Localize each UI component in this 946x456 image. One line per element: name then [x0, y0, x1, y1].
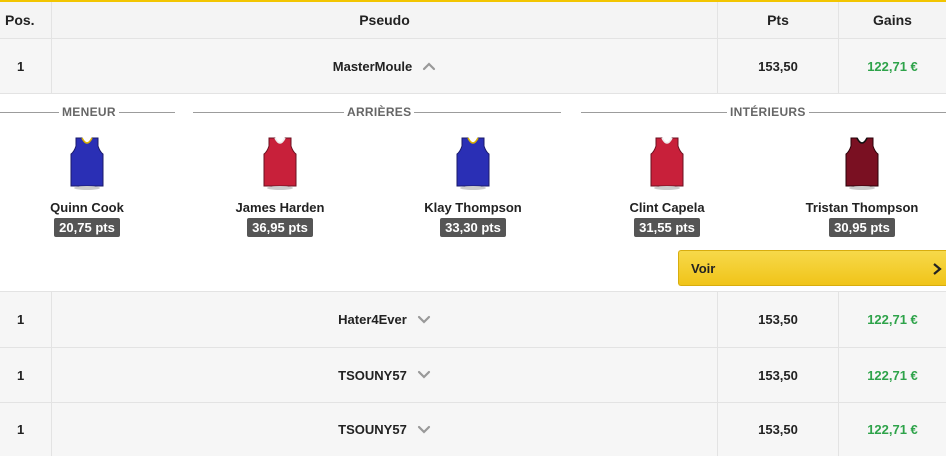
row-pseudo-label: MasterMoule [332, 58, 413, 74]
row-pseudo[interactable]: TSOUNY57 [52, 348, 718, 402]
player-points: 33,30 pts [440, 218, 506, 237]
row-pts: 153,50 [718, 403, 839, 456]
section-label: ARRIÈRES [344, 105, 415, 119]
player-card[interactable]: James Harden 36,95 pts [210, 136, 350, 237]
header-pts: Pts [718, 2, 839, 38]
jersey-icon [70, 137, 104, 190]
table-row[interactable]: 1 TSOUNY57 153,50 122,71 € [0, 403, 946, 456]
section-meneur: MENEUR [0, 105, 175, 119]
player-name: Clint Capela [629, 200, 705, 215]
row-pseudo-label: TSOUNY57 [338, 367, 407, 383]
row-pseudo[interactable]: MasterMoule [52, 39, 718, 93]
header-pos: Pos. [0, 2, 52, 38]
row-pseudo[interactable]: Hater4Ever [52, 292, 718, 347]
player-points: 20,75 pts [54, 218, 120, 237]
jersey-icon [845, 137, 879, 190]
section-label: MENEUR [59, 105, 119, 119]
row-gains: 122,71 € [867, 58, 918, 74]
row-gains: 122,71 € [867, 422, 918, 437]
chevron-right-icon [933, 263, 942, 275]
player-card[interactable]: Clint Capela 31,55 pts [597, 136, 737, 237]
row-pseudo-label: TSOUNY57 [338, 422, 407, 437]
jersey-icon [263, 137, 297, 190]
player-name: Tristan Thompson [805, 200, 919, 215]
row-gains: 122,71 € [867, 312, 918, 327]
player-card[interactable]: Quinn Cook 20,75 pts [17, 136, 157, 237]
player-name: James Harden [235, 200, 325, 215]
player-points: 31,55 pts [634, 218, 700, 237]
chevron-down-icon[interactable] [417, 313, 431, 327]
table-header: Pos. Pseudo Pts Gains [0, 2, 946, 39]
row-pts: 153,50 [718, 348, 839, 402]
header-gains: Gains [873, 12, 912, 28]
row-pos: 1 [0, 292, 52, 347]
section-label: INTÉRIEURS [727, 105, 809, 119]
player-name: Klay Thompson [424, 200, 522, 215]
row-pts: 153,50 [718, 39, 839, 93]
row-pos: 1 [0, 348, 52, 402]
player-points: 36,95 pts [247, 218, 313, 237]
table-row[interactable]: 1 Hater4Ever 153,50 122,71 € [0, 292, 946, 348]
voir-button[interactable]: Voir [678, 250, 946, 286]
chevron-down-icon[interactable] [417, 368, 431, 382]
table-row[interactable]: 1 MasterMoule 153,50 122,71 € [0, 39, 946, 94]
player-card[interactable]: Tristan Thompson 30,95 pts [792, 136, 932, 237]
table-row[interactable]: 1 TSOUNY57 153,50 122,71 € [0, 348, 946, 403]
chevron-down-icon[interactable] [417, 423, 431, 437]
header-pseudo: Pseudo [52, 2, 718, 38]
voir-label: Voir [691, 260, 716, 276]
row-pseudo[interactable]: TSOUNY57 [52, 403, 718, 456]
row-pts: 153,50 [718, 292, 839, 347]
player-card[interactable]: Klay Thompson 33,30 pts [403, 136, 543, 237]
chevron-up-icon[interactable] [422, 59, 436, 73]
row-pseudo-label: Hater4Ever [338, 312, 407, 327]
player-points: 30,95 pts [829, 218, 895, 237]
lineup-panel: MENEUR ARRIÈRES INTÉRIEURS Quinn Cook 20… [0, 94, 946, 292]
section-interieurs: INTÉRIEURS [581, 105, 946, 119]
player-name: Quinn Cook [50, 200, 124, 215]
row-gains: 122,71 € [867, 367, 918, 383]
jersey-icon [456, 137, 490, 190]
jersey-icon [650, 137, 684, 190]
row-pos: 1 [0, 39, 52, 93]
row-pos: 1 [0, 403, 52, 456]
section-arrieres: ARRIÈRES [193, 105, 561, 119]
